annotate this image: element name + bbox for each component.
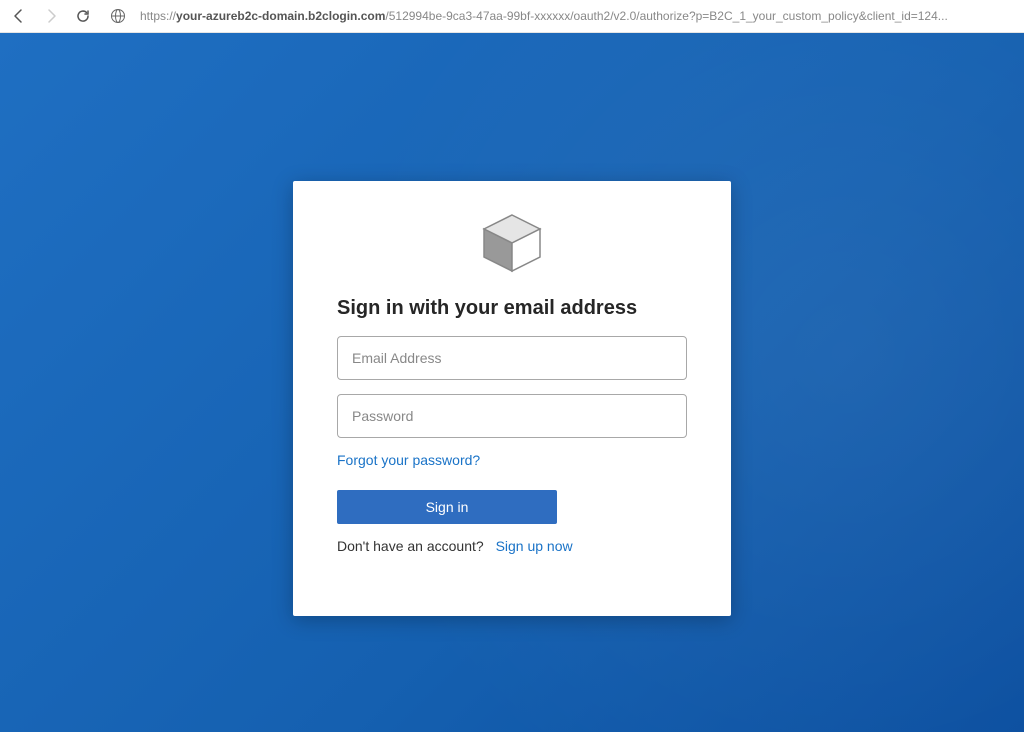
url-domain: your-azureb2c-domain.b2clogin.com <box>176 9 385 23</box>
forward-icon[interactable] <box>42 7 60 25</box>
globe-icon <box>110 8 126 24</box>
login-card: Sign in with your email address Forgot y… <box>293 181 731 616</box>
browser-toolbar: https://your-azureb2c-domain.b2clogin.co… <box>0 0 1024 33</box>
forgot-password-link[interactable]: Forgot your password? <box>337 452 480 468</box>
page-background: Sign in with your email address Forgot y… <box>0 33 1024 732</box>
logo-container <box>337 211 687 275</box>
url-path: /512994be-9ca3-47aa-99bf-xxxxxx/oauth2/v… <box>385 9 947 23</box>
signin-button[interactable]: Sign in <box>337 490 557 524</box>
no-account-text: Don't have an account? <box>337 538 484 554</box>
email-field[interactable] <box>337 336 687 380</box>
refresh-icon[interactable] <box>74 7 92 25</box>
cube-icon <box>476 211 548 275</box>
nav-controls <box>10 7 92 25</box>
password-field[interactable] <box>337 394 687 438</box>
card-title: Sign in with your email address <box>337 297 687 320</box>
url-prefix: https:// <box>140 9 176 23</box>
address-bar[interactable]: https://your-azureb2c-domain.b2clogin.co… <box>140 9 1014 23</box>
signup-row: Don't have an account? Sign up now <box>337 538 687 554</box>
signup-link[interactable]: Sign up now <box>496 538 573 554</box>
back-icon[interactable] <box>10 7 28 25</box>
